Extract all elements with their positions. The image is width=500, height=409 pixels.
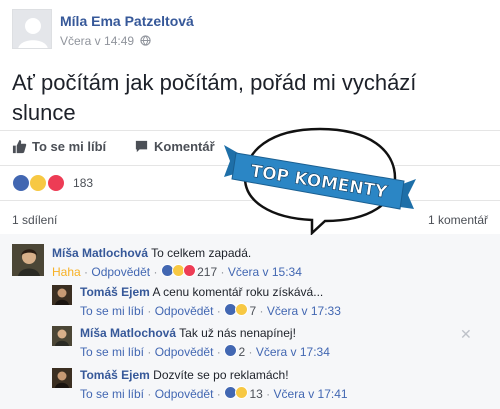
avatar[interactable] (52, 285, 72, 305)
comment-1-meta: Haha · Odpovědět · 217 · Včera v 15:34 (52, 264, 302, 279)
like-button-label: To se mi líbí (32, 139, 107, 154)
reaction-count[interactable]: 2 (238, 345, 245, 359)
comment-1-text: Míša Matlochová To celkem zapadá. (52, 246, 251, 260)
post-time-text[interactable]: Včera v 14:49 (60, 34, 134, 48)
like-button[interactable]: To se mi líbí (12, 139, 106, 154)
globe-icon (140, 35, 152, 46)
love-reaction-icon (46, 174, 65, 192)
comment-time[interactable]: Včera v 15:34 (228, 265, 302, 279)
comment-body: A cenu komentář roku získává... (152, 285, 324, 299)
close-icon[interactable]: ✕ (460, 326, 472, 343)
comment-button-label: Komentář (154, 139, 215, 154)
like-link[interactable]: To se mi líbí (80, 304, 144, 318)
comment-4-meta: To se mi líbí · Odpovědět · 13 · Včera v… (80, 386, 348, 401)
avatar[interactable] (52, 368, 72, 388)
comment-author[interactable]: Míša Matlochová (52, 246, 148, 260)
reply-link[interactable]: Odpovědět (155, 345, 214, 359)
reaction-count[interactable]: 13 (249, 387, 262, 401)
reaction-count[interactable]: 217 (197, 265, 217, 279)
like-reaction-icon (12, 174, 30, 192)
comment-2-meta: To se mi líbí · Odpovědět · 7 · Včera v … (80, 303, 341, 318)
comment-body: To celkem zapadá. (151, 246, 252, 260)
comment-3-text: Míša Matlochová Tak už nás nenapínej! (80, 326, 296, 340)
comment-icon (135, 140, 148, 153)
default-avatar-icon[interactable] (12, 9, 52, 49)
comment-2-text: Tomáš Ejem A cenu komentář roku získává.… (80, 285, 323, 299)
like-link[interactable]: To se mi líbí (80, 345, 144, 359)
comment-3-meta: To se mi líbí · Odpovědět · 2 · Včera v … (80, 344, 330, 359)
post-author[interactable]: Míla Ema Patzeltová (60, 13, 194, 29)
reactions-summary[interactable]: 183 (12, 174, 93, 192)
reaction-count: 183 (73, 176, 94, 190)
comment-body: Dozvíte se po reklamách! (153, 368, 289, 382)
post-time[interactable]: Včera v 14:49 (60, 34, 152, 48)
comment-author[interactable]: Tomáš Ejem (80, 285, 150, 299)
shares-count[interactable]: 1 sdílení (12, 213, 57, 227)
reply-link[interactable]: Odpovědět (155, 304, 214, 318)
facebook-post-card: Míla Ema Patzeltová Včera v 14:49 Ať poč… (0, 0, 500, 409)
avatar[interactable] (12, 244, 44, 276)
comments-area: Míša Matlochová To celkem zapadá. Haha ·… (0, 234, 500, 409)
haha-reaction-button[interactable]: Haha (52, 265, 81, 279)
like-reaction-icon (224, 344, 238, 357)
comments-count[interactable]: 1 komentář (428, 213, 488, 227)
love-reaction-icon (182, 264, 196, 277)
comment-time[interactable]: Včera v 17:33 (267, 304, 341, 318)
comment-time[interactable]: Včera v 17:34 (256, 345, 330, 359)
haha-reaction-icon (29, 174, 48, 192)
comment-time[interactable]: Včera v 17:41 (274, 387, 348, 401)
comment-author[interactable]: Míša Matlochová (80, 326, 176, 340)
post-text: Ať počítám jak počítám, pořád mi vychází… (12, 70, 417, 125)
comment-button[interactable]: Komentář (134, 139, 215, 154)
comment-4-text: Tomáš Ejem Dozvíte se po reklamách! (80, 368, 289, 382)
like-link[interactable]: To se mi líbí (80, 387, 144, 401)
haha-reaction-icon (235, 386, 249, 399)
comment-body: Tak už nás nenapínej! (179, 326, 296, 340)
reply-link[interactable]: Odpovědět (155, 387, 214, 401)
reaction-count[interactable]: 7 (249, 304, 256, 318)
thumbs-up-icon (12, 139, 27, 154)
haha-reaction-icon (235, 303, 249, 316)
reply-link[interactable]: Odpovědět (91, 265, 150, 279)
avatar[interactable] (52, 326, 72, 346)
speech-bubble-badge: TOP KOMENTY (224, 127, 416, 235)
comment-author[interactable]: Tomáš Ejem (80, 368, 150, 382)
